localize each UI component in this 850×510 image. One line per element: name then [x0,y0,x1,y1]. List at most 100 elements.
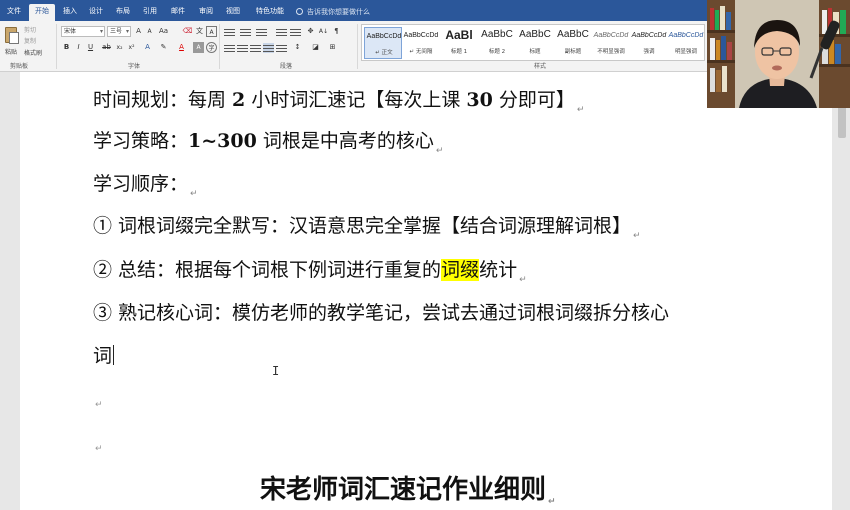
font-name-combo[interactable]: 宋体 [61,26,105,37]
style-title[interactable]: AaBbC 标题 [516,27,554,59]
tab-references[interactable]: 引用 [139,4,161,21]
style-heading-1[interactable]: AaBl 标题 1 [440,27,478,59]
style-sample: AaBbCcDd [631,32,667,39]
paragraph-mark: ↵ [435,146,444,156]
text-run-bold: 1~300 [188,130,257,152]
line-spacing-icon[interactable]: ↕ [292,42,303,53]
doc-line-study-order[interactable]: 学习顺序： ↵ [93,172,198,206]
doc-line-step-3[interactable]: ③ 熟记核心词：模仿老师的教学笔记，尝试去通过词根词缀拆分核心 [93,301,669,325]
grow-font-icon[interactable]: A [133,26,144,37]
webcam-overlay [707,0,850,108]
style-name: ↵ 无间隔 [409,49,433,55]
style-emphasis[interactable]: AaBbCcDd 强调 [630,27,668,59]
align-center-icon[interactable] [237,43,248,53]
tab-file[interactable]: 文件 [4,4,24,21]
show-marks-icon[interactable]: ¶ [331,26,342,37]
style-sample: AaBbCcDd [403,32,439,39]
presenter-video-icon [707,0,850,108]
document-page[interactable]: 时间规划：每周 2 小时词汇速记【每次上课 30 分即可】 ↵ 学习策略：1~30… [20,72,832,510]
paragraph-mark: ↵ [633,231,641,241]
text-run: 时间规划：每周 [93,89,233,111]
style-name: 不明显强调 [597,49,625,55]
doc-line-study-strategy[interactable]: 学习策略：1~300 词根是中高考的核心 ↵ [93,129,443,163]
doc-line-step-1[interactable]: ① 词根词缀完全默写：汉语意思完全掌握【结合词源理解词根】 ↵ [93,214,641,248]
multilevel-list-icon[interactable] [256,27,267,37]
style-sample: AaBbCcDd [366,33,402,40]
doc-heading[interactable]: 宋老师词汇速记作业细则 ↵ [260,469,556,507]
style-name: 标题 2 [488,49,506,55]
cut-button[interactable]: 剪切 [24,25,36,34]
align-left-icon[interactable] [224,43,235,53]
styles-gallery: AaBbCcDd ↵ 正文 AaBbCcDd ↵ 无间隔 AaBl 标题 1 A… [361,24,705,61]
style-intense-emphasis[interactable]: AaBbCcDd 明显强调 [667,27,705,59]
heading-text: 宋老师词汇速记作业细则 [260,475,547,505]
text-run: 分即可】 [492,89,575,111]
doc-line-step-2[interactable]: ② 总结：根据每个词根下例词进行重复的词缀统计 ↵ [93,258,527,292]
sort-icon[interactable]: A↓ [318,26,329,37]
char-shading-icon[interactable]: A [193,42,204,53]
superscript-icon[interactable]: x² [126,42,137,53]
font-size-combo[interactable]: 三号 [107,26,131,37]
decrease-indent-icon[interactable] [276,27,287,37]
borders-icon[interactable]: ⊞ [327,42,338,53]
font-color-icon[interactable]: A [176,42,187,53]
strikethrough-icon[interactable]: ab [101,42,112,53]
shading-icon[interactable]: ◪ [310,42,321,53]
tab-layout[interactable]: 布局 [112,4,134,21]
paragraph-mark: ↵ [576,105,585,115]
doc-line-step-3-cont[interactable]: 词 [93,344,115,368]
numbering-icon[interactable] [240,27,251,37]
style-sample: AaBbCcDd [668,32,704,39]
char-border-icon[interactable]: A [206,26,217,37]
paste-label[interactable]: 粘贴 [5,47,17,56]
text-run: 词 [93,345,113,367]
shrink-font-icon[interactable]: A [144,26,155,37]
style-normal[interactable]: AaBbCcDd ↵ 正文 [364,27,402,59]
clear-format-icon[interactable]: ⌫ [182,26,193,37]
align-right-icon[interactable] [250,43,261,53]
text-effects-icon[interactable]: A [142,42,153,53]
text-run: 词根是中高考的核心 [256,130,434,152]
chinese-layout-icon[interactable]: ✥ [305,26,316,37]
style-no-spacing[interactable]: AaBbCcDd ↵ 无间隔 [402,27,440,59]
ibeam-cursor: I [272,364,280,378]
paste-icon[interactable] [5,27,19,44]
doc-line-time-plan[interactable]: 时间规划：每周 2 小时词汇速记【每次上课 30 分即可】 ↵ [93,88,584,122]
style-name: 副标题 [564,49,582,55]
bold-icon[interactable]: B [61,42,72,53]
increase-indent-icon[interactable] [290,27,301,37]
italic-icon[interactable]: I [73,42,84,53]
tab-view[interactable]: 视图 [222,4,244,21]
tab-home[interactable]: 开始 [29,4,55,21]
style-name: 明显强调 [674,49,697,55]
tab-review[interactable]: 审阅 [195,4,217,21]
enclose-char-icon[interactable]: 字 [206,42,217,53]
font-group-label: 字体 [128,63,141,70]
distributed-icon[interactable] [276,43,287,53]
tab-design[interactable]: 设计 [85,4,107,21]
copy-button[interactable]: 复制 [24,36,36,45]
format-painter-button[interactable]: 格式刷 [24,48,42,57]
text-run: 学习策略： [93,130,189,152]
text-run: 统计 [479,259,518,281]
style-sample: AaBbC [557,29,589,40]
highlight-color-icon[interactable]: ✎ [158,42,169,53]
tab-special-features[interactable]: 特色功能 [252,4,288,21]
change-case-icon[interactable]: Aa [158,26,169,37]
style-heading-2[interactable]: AaBbC 标题 2 [478,27,516,59]
style-subtle-emphasis[interactable]: AaBbCcDd 不明显强调 [592,27,630,59]
style-subtitle[interactable]: AaBbC 副标题 [554,27,592,59]
tab-insert[interactable]: 插入 [59,4,81,21]
highlighted-text: 词缀 [441,259,480,281]
bullets-icon[interactable] [224,27,235,37]
text-run: 学习顺序： [93,173,189,195]
text-run: ③ 熟记核心词：模仿老师的教学笔记，尝试去通过词根词缀拆分核心 [93,302,670,324]
phonetic-guide-icon[interactable]: 文 [194,26,205,37]
tell-me-box[interactable]: 告诉我你想要做什么 [296,5,370,19]
text-run-bold: 2 [232,89,246,111]
justify-icon[interactable] [263,43,274,53]
underline-icon[interactable]: U [85,42,96,53]
subscript-icon[interactable]: x₂ [114,42,125,53]
tab-mailings[interactable]: 邮件 [167,4,189,21]
text-run: ① 词根词缀完全默写：汉语意思完全掌握【结合词源理解词根】 [93,215,632,237]
